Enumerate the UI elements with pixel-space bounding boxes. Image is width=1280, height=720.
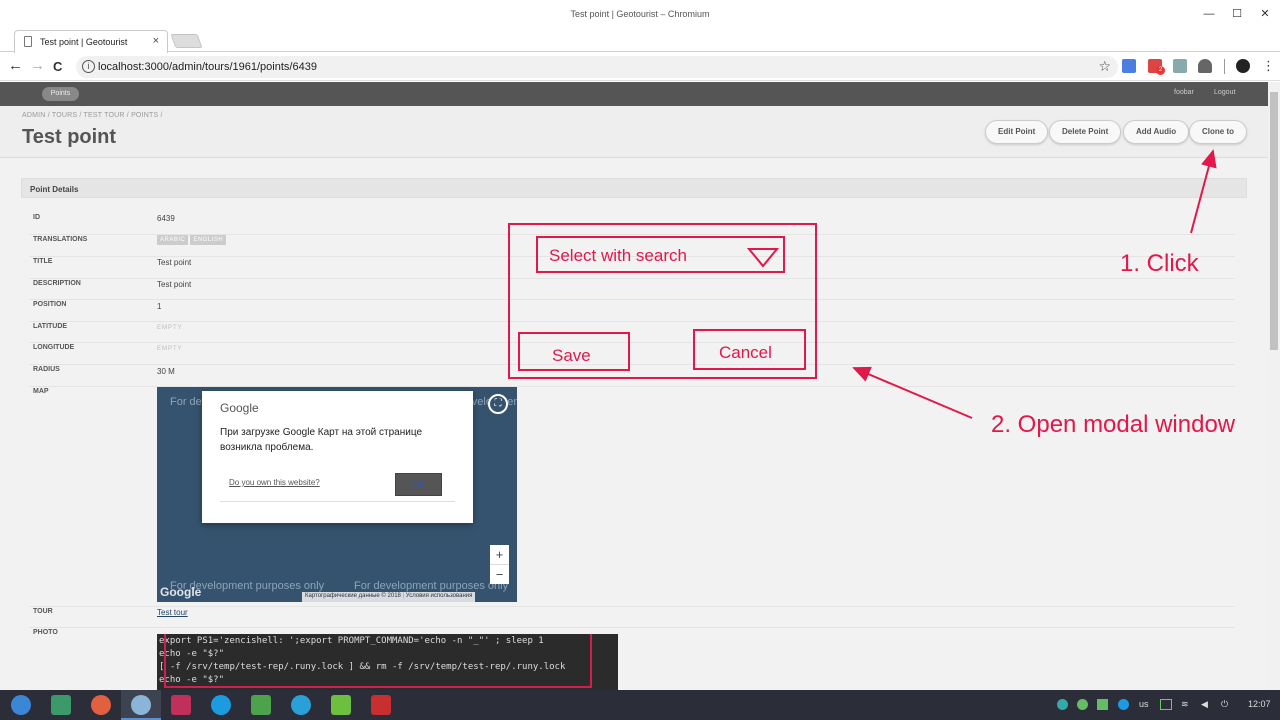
volume-icon[interactable]: ◀ [1201, 699, 1208, 710]
scrollbar-thumb[interactable] [1270, 92, 1278, 350]
annotation-step2: 2. Open modal window [991, 411, 1236, 438]
annotation-arrows [852, 149, 1217, 419]
vertical-scrollbar[interactable] [1268, 82, 1280, 690]
taskbar: us ≋ ◀ ⏻ 12:07 [0, 690, 1280, 720]
tray-update-icon[interactable] [1097, 699, 1108, 710]
rubymine-icon[interactable] [171, 695, 191, 715]
sublime-icon[interactable] [251, 695, 271, 715]
arrow-to-clone [1190, 149, 1217, 234]
wifi-icon[interactable]: ≋ [1181, 699, 1189, 710]
telegram-icon[interactable] [291, 695, 311, 715]
arrow-to-modal [852, 366, 973, 419]
tray-sync-icon[interactable] [1077, 699, 1088, 710]
clock: 12:07 [1248, 699, 1271, 709]
annotation-step1: 1. Click [1120, 250, 1199, 277]
keyboard-layout[interactable]: us [1139, 699, 1149, 709]
power-icon[interactable]: ⏻ [1221, 699, 1228, 710]
screenshot-app-icon[interactable] [91, 695, 111, 715]
tray-battery-icon[interactable] [1160, 699, 1172, 710]
tray-app-icon[interactable] [1057, 699, 1068, 710]
file-manager-icon[interactable] [51, 695, 71, 715]
chromium-icon[interactable] [131, 695, 151, 715]
skype-icon[interactable] [211, 695, 231, 715]
terminal-icon[interactable] [371, 695, 391, 715]
start-menu-icon[interactable] [11, 695, 31, 715]
tray-skype-icon[interactable] [1118, 699, 1129, 710]
upwork-icon[interactable] [331, 695, 351, 715]
